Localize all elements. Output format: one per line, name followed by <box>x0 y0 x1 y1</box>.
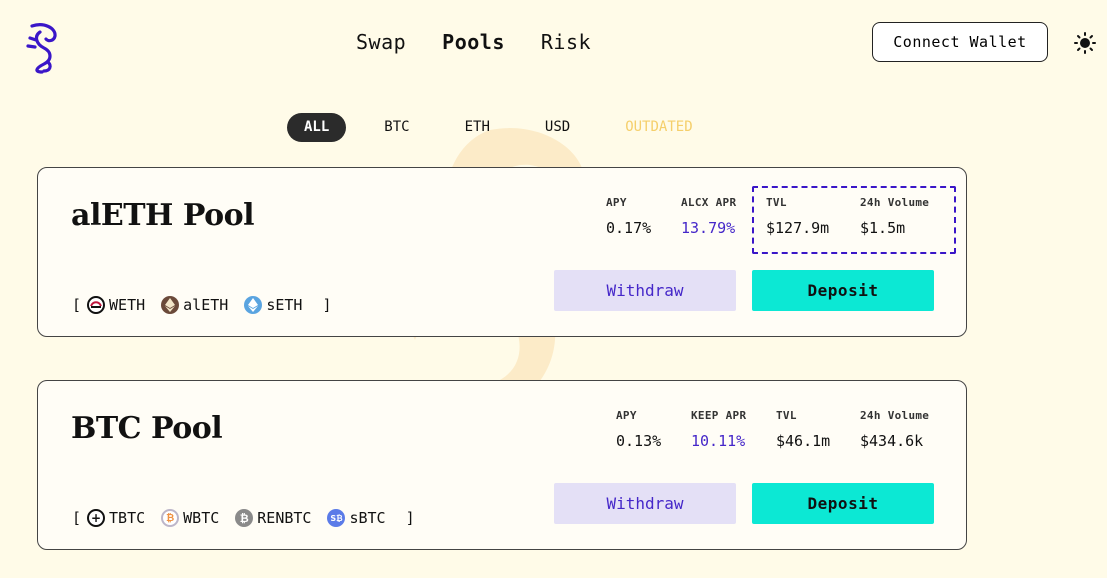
stat-label: ALCX APR <box>681 196 737 209</box>
stat-label: APY <box>606 196 627 209</box>
stat-volume: 24h Volume $1.5m <box>860 196 929 237</box>
stat-value: $1.5m <box>860 219 906 237</box>
tbtc-icon: + <box>87 509 106 527</box>
stat-value: 10.11% <box>691 432 746 450</box>
stat-label: APY <box>616 409 637 422</box>
weth-icon <box>87 296 106 314</box>
token-list: [ + TBTC ₿ WBTC ₿ RENBTC S₿ sBTC ] <box>72 509 415 527</box>
stat-apy: APY 0.17% <box>606 196 651 237</box>
stat-label: TVL <box>766 196 787 209</box>
token-list: [ WETH alETH sETH ] <box>72 296 331 314</box>
stat-tvl: TVL $127.9m <box>766 196 829 237</box>
stat-value: $434.6k <box>860 432 924 450</box>
seth-icon <box>244 296 263 314</box>
stat-apy: APY 0.13% <box>616 409 661 450</box>
nav-risk[interactable]: Risk <box>541 30 591 54</box>
filter-all[interactable]: ALL <box>287 113 347 142</box>
token-tbtc: + TBTC <box>87 509 145 527</box>
pool-filters: ALL BTC ETH USD OUTDATED <box>287 113 731 142</box>
wbtc-icon: ₿ <box>161 509 180 527</box>
pool-title: BTC Pool <box>71 411 223 446</box>
pool-card-btc: BTC Pool APY 0.13% KEEP APR 10.11% TVL $… <box>37 380 967 550</box>
deposit-button[interactable]: Deposit <box>752 270 934 311</box>
stat-value: $46.1m <box>776 432 831 450</box>
seahorse-logo-icon[interactable] <box>22 22 62 74</box>
token-sbtc: S₿ sBTC <box>327 509 386 527</box>
bracket-close: ] <box>322 296 332 314</box>
stat-label: TVL <box>776 409 797 422</box>
nav-swap[interactable]: Swap <box>356 30 406 54</box>
withdraw-button[interactable]: Withdraw <box>554 270 736 311</box>
stat-value: $127.9m <box>766 219 830 237</box>
main-nav: Swap Pools Risk <box>356 30 591 54</box>
sbtc-icon: S₿ <box>327 509 346 527</box>
stat-label: 24h Volume <box>860 409 930 422</box>
token-symbol: WBTC <box>183 509 220 527</box>
token-symbol: TBTC <box>109 509 146 527</box>
filter-usd[interactable]: USD <box>528 113 587 142</box>
bracket-close: ] <box>405 509 415 527</box>
stat-reward-apr: KEEP APR 10.11% <box>691 409 746 450</box>
sun-icon[interactable] <box>1074 32 1096 54</box>
renbtc-icon: ₿ <box>235 509 254 527</box>
stat-reward-apr: ALCX APR 13.79% <box>681 196 736 237</box>
filter-btc[interactable]: BTC <box>367 113 426 142</box>
aleth-icon <box>161 296 180 314</box>
stat-tvl: TVL $46.1m <box>776 409 830 450</box>
deposit-button[interactable]: Deposit <box>752 483 934 524</box>
token-symbol: RENBTC <box>257 509 312 527</box>
connect-wallet-button[interactable]: Connect Wallet <box>872 22 1048 62</box>
nav-pools[interactable]: Pools <box>442 30 505 54</box>
token-symbol: alETH <box>183 296 229 314</box>
withdraw-button[interactable]: Withdraw <box>554 483 736 524</box>
stat-value: 13.79% <box>681 219 736 237</box>
token-weth: WETH <box>87 296 145 314</box>
filter-outdated[interactable]: OUTDATED <box>608 113 709 142</box>
pool-card-aleth: alETH Pool APY 0.17% ALCX APR 13.79% TVL… <box>37 167 967 337</box>
token-seth: sETH <box>244 296 302 314</box>
stat-label: KEEP APR <box>691 409 747 422</box>
token-symbol: WETH <box>109 296 146 314</box>
stat-label: 24h Volume <box>860 196 930 209</box>
token-wbtc: ₿ WBTC <box>161 509 219 527</box>
stat-volume: 24h Volume $434.6k <box>860 409 929 450</box>
bracket-open: [ <box>72 296 82 314</box>
filter-eth[interactable]: ETH <box>448 113 507 142</box>
stat-value: 0.13% <box>616 432 662 450</box>
pool-title: alETH Pool <box>71 198 254 233</box>
token-renbtc: ₿ RENBTC <box>235 509 311 527</box>
token-symbol: sBTC <box>349 509 386 527</box>
token-symbol: sETH <box>266 296 303 314</box>
stat-value: 0.17% <box>606 219 652 237</box>
bracket-open: [ <box>72 509 82 527</box>
token-aleth: alETH <box>161 296 228 314</box>
